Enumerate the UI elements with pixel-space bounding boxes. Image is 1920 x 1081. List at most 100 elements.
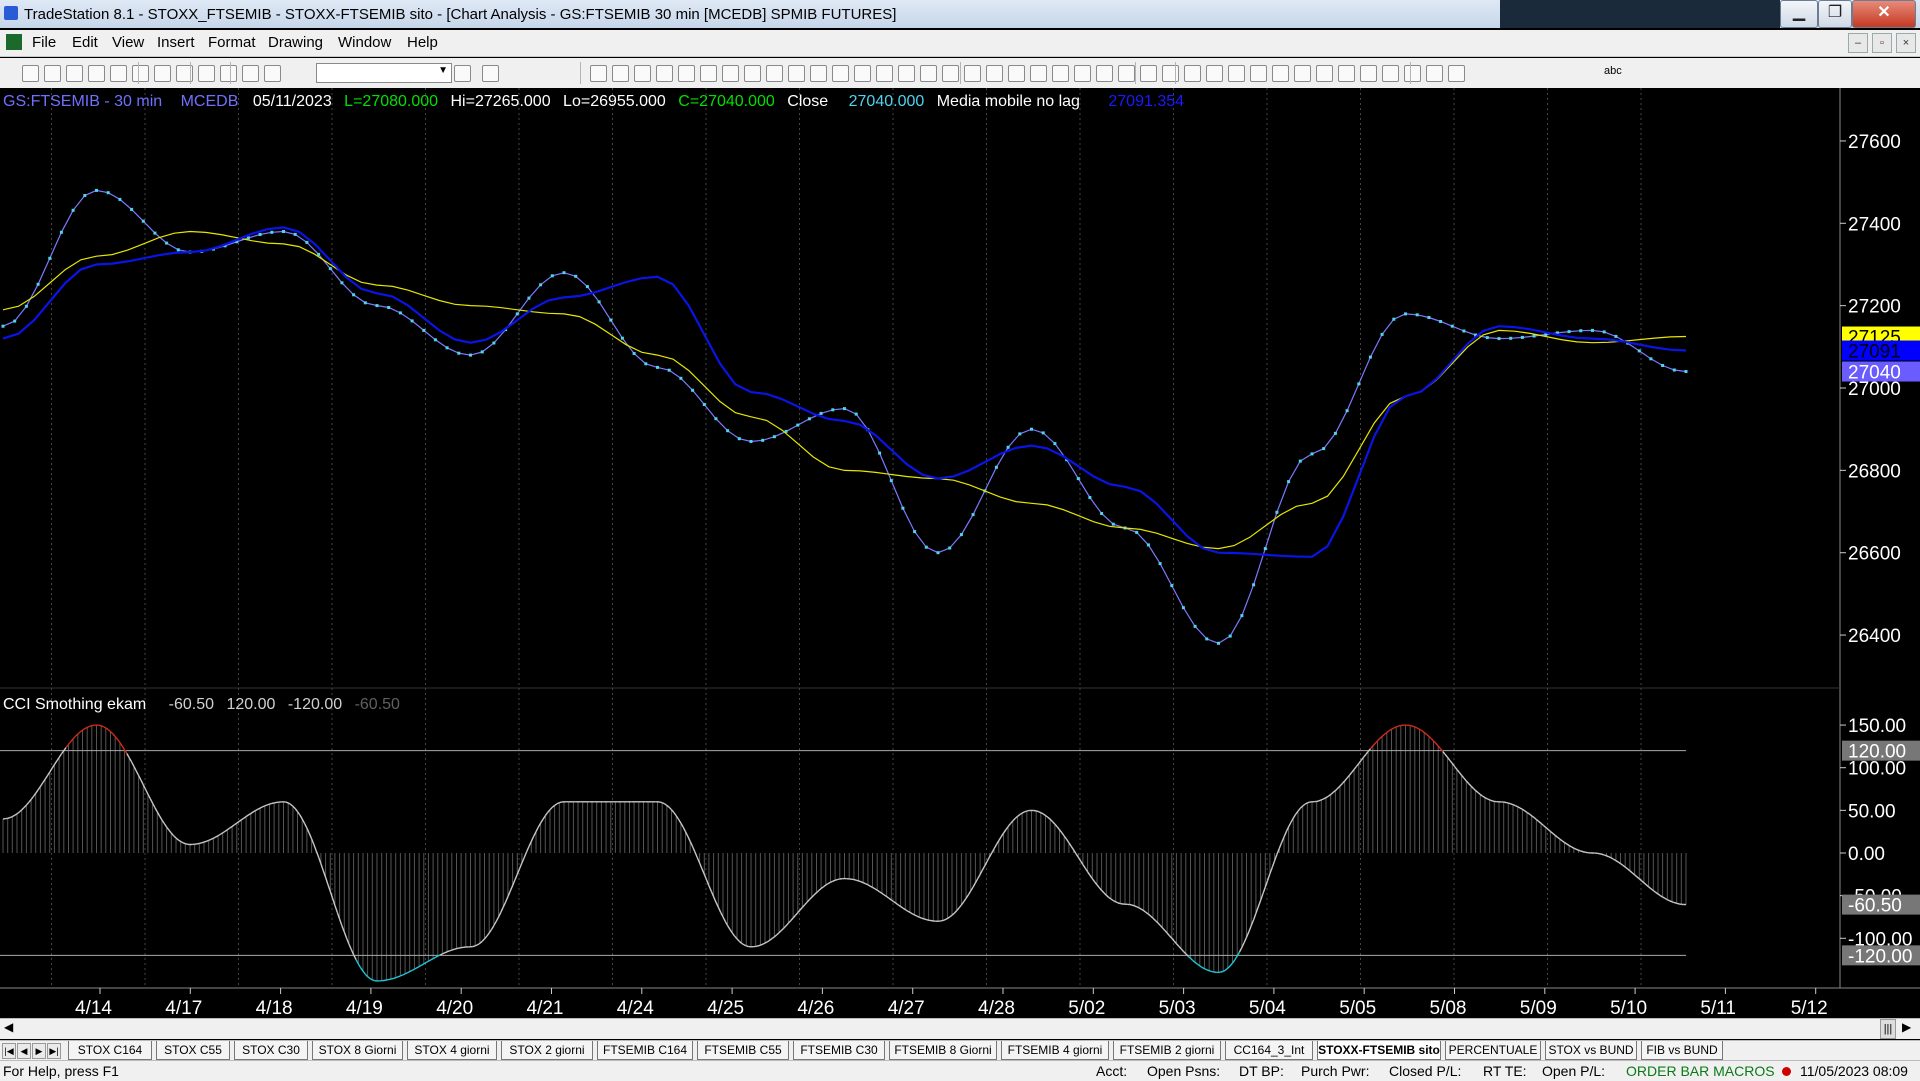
chart-8-icon[interactable] [810,65,827,82]
save-all-icon[interactable] [88,65,105,82]
menu-format[interactable]: Format [208,34,256,51]
status-macros[interactable]: ORDER BAR MACROS [1626,1063,1775,1079]
chart-5-icon[interactable] [744,65,761,82]
minimize-button[interactable]: ▁ [1780,0,1818,28]
arrow-up-icon[interactable] [1404,65,1421,82]
tab-prev-icon[interactable]: ◀ [17,1043,31,1059]
print-icon[interactable] [132,65,149,82]
workspace-2-icon[interactable] [198,65,215,82]
globe-icon[interactable] [264,65,281,82]
chart-9-icon[interactable] [832,65,849,82]
new-doc-icon[interactable] [22,65,39,82]
cci-line-segment [854,880,856,881]
speed-icon[interactable] [1228,65,1245,82]
mdi-minimize-button[interactable]: – [1848,33,1868,53]
chart-2-icon[interactable] [678,65,695,82]
lock-icon[interactable] [220,65,237,82]
sheet-tab[interactable]: FTSEMIB 2 giorni [1113,1041,1221,1060]
sheet-tab[interactable]: STOX vs BUND [1545,1041,1637,1060]
zoom-out-icon[interactable] [942,65,959,82]
menu-view[interactable]: View [112,34,144,51]
chart-canvas[interactable]: 2760027400272002700026800266002640027125… [0,88,1920,1018]
zoom-in-icon[interactable] [920,65,937,82]
chart-10-icon[interactable] [854,65,871,82]
parallel-icon[interactable] [1294,65,1311,82]
chart-6-icon[interactable] [766,65,783,82]
andrews-icon[interactable] [1206,65,1223,82]
mdi-restore-button[interactable]: ▫ [1872,33,1892,53]
pencil-icon[interactable] [1338,65,1355,82]
close-button[interactable]: ✕ [1852,0,1916,28]
indicator-value-4: -60.50 [355,696,400,713]
sheet-tab[interactable]: STOX 2 giorni [501,1041,593,1060]
menu-drawing[interactable]: Drawing [268,34,323,51]
mdi-close-button[interactable]: × [1896,33,1916,53]
open-icon[interactable] [44,65,61,82]
combo-next-icon[interactable] [454,65,471,82]
drawing-icon[interactable] [242,65,259,82]
chart-4-icon[interactable] [722,65,739,82]
sheet-tab[interactable]: STOX C55 [156,1041,230,1060]
layout-2-icon[interactable] [612,65,629,82]
search-icon[interactable] [482,65,499,82]
sheet-tab[interactable]: PERCENTUALE [1445,1041,1541,1060]
menu-file[interactable]: File [32,34,56,51]
hlines-icon[interactable] [1096,65,1113,82]
compress-icon[interactable] [898,65,915,82]
ellipse-arc-icon[interactable] [1316,65,1333,82]
trendline-icon[interactable] [1074,65,1091,82]
chart-7-icon[interactable] [788,65,805,82]
sheet-tab[interactable]: STOX C30 [234,1041,308,1060]
tab-first-icon[interactable]: |◀ [2,1043,16,1059]
double-arrow-icon[interactable] [1272,65,1289,82]
circle-icon[interactable] [1426,65,1443,82]
folder-icon[interactable] [110,65,127,82]
scroll-left-icon[interactable]: ◀ [4,1020,13,1034]
sheet-tab[interactable]: FTSEMIB C55 [697,1041,789,1060]
sheet-tab[interactable]: STOX 4 giorni [407,1041,497,1060]
close-point [1088,496,1091,499]
save-icon[interactable] [66,65,83,82]
layout-1-icon[interactable] [590,65,607,82]
arrow-icon[interactable] [1250,65,1267,82]
curve-icon[interactable] [1360,65,1377,82]
tools-icon[interactable] [1008,65,1025,82]
disabled-icon[interactable] [1052,65,1069,82]
maximize-button[interactable]: ❐ [1818,0,1852,28]
data-window-icon[interactable] [1030,65,1047,82]
chart-scrollbar[interactable]: ◀ ||| ▶ [0,1018,1920,1039]
sheet-tab[interactable]: CC164_3_Int [1225,1041,1313,1060]
arc-icon[interactable] [1184,65,1201,82]
expand-icon[interactable] [876,65,893,82]
sheet-tab[interactable]: STOX C164 [68,1041,152,1060]
menu-edit[interactable]: Edit [72,34,98,51]
channel-icon[interactable] [1140,65,1157,82]
menu-window[interactable]: Window [338,34,391,51]
scroll-thumb-icon[interactable]: ||| [1880,1019,1896,1039]
sheet-tab[interactable]: FTSEMIB 4 giorni [1001,1041,1109,1060]
sheet-tab[interactable]: STOX 8 Giorni [312,1041,403,1060]
sheet-tab[interactable]: STOXX-FTSEMIB sito [1317,1041,1441,1060]
chart-1-icon[interactable] [656,65,673,82]
sheet-tab[interactable]: FTSEMIB C30 [793,1041,885,1060]
vlines-icon[interactable] [1118,65,1135,82]
menu-insert[interactable]: Insert [157,34,195,51]
arrow-down-icon[interactable] [1382,65,1399,82]
tab-next-icon[interactable]: ▶ [32,1043,46,1059]
tab-last-icon[interactable]: ▶| [47,1043,61,1059]
cursor-data-icon[interactable] [986,65,1003,82]
chart-area[interactable]: 2760027400272002700026800266002640027125… [0,88,1920,1028]
sheet-tab[interactable]: FIB vs BUND [1641,1041,1723,1060]
sheet-tab[interactable]: FTSEMIB 8 Giorni [889,1041,997,1060]
chart-3-icon[interactable] [700,65,717,82]
menu-help[interactable]: Help [407,34,438,51]
layout-3-icon[interactable] [634,65,651,82]
symbol-combo[interactable] [316,63,452,83]
sheet-tab[interactable]: FTSEMIB C164 [597,1041,693,1060]
fib-icon[interactable] [1162,65,1179,82]
scroll-right-icon[interactable]: ▶ [1902,1020,1911,1034]
print-preview-icon[interactable] [154,65,171,82]
chart-window-icon[interactable] [6,34,22,50]
pointer-icon[interactable] [964,65,981,82]
rectangle-icon[interactable] [1448,65,1465,82]
